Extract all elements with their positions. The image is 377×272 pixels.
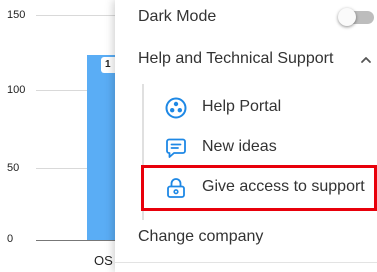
chevron-up-icon	[361, 57, 371, 63]
change-company-item[interactable]: Change company	[115, 222, 377, 254]
y-tick-100: 100	[7, 84, 26, 96]
new-ideas-label: New ideas	[202, 138, 277, 155]
highlight-box	[141, 165, 377, 211]
dark-mode-toggle[interactable]	[338, 8, 374, 26]
user-menu-dropdown: Dark Mode Help and Technical Support Hel…	[115, 0, 377, 272]
x-tick-label: OS	[94, 253, 113, 268]
y-tick-0: 0	[7, 233, 14, 245]
new-ideas-item[interactable]: New ideas	[115, 130, 377, 164]
y-tick-150: 150	[7, 9, 26, 21]
help-portal-icon	[165, 97, 187, 119]
change-company-label: Change company	[138, 228, 264, 245]
help-support-label: Help and Technical Support	[138, 50, 334, 67]
gridline	[36, 15, 120, 16]
toggle-knob	[338, 8, 356, 26]
background-chart: 150 100 50 0 1 OS	[0, 0, 123, 272]
menu-divider	[115, 262, 377, 263]
help-portal-label: Help Portal	[202, 98, 282, 115]
dark-mode-label: Dark Mode	[138, 8, 217, 25]
x-axis	[36, 240, 120, 241]
help-support-header[interactable]: Help and Technical Support	[115, 44, 377, 76]
chat-bubble-icon	[166, 138, 186, 158]
dark-mode-row[interactable]: Dark Mode	[115, 0, 377, 34]
help-portal-item[interactable]: Help Portal	[115, 90, 377, 124]
y-tick-50: 50	[7, 162, 20, 174]
